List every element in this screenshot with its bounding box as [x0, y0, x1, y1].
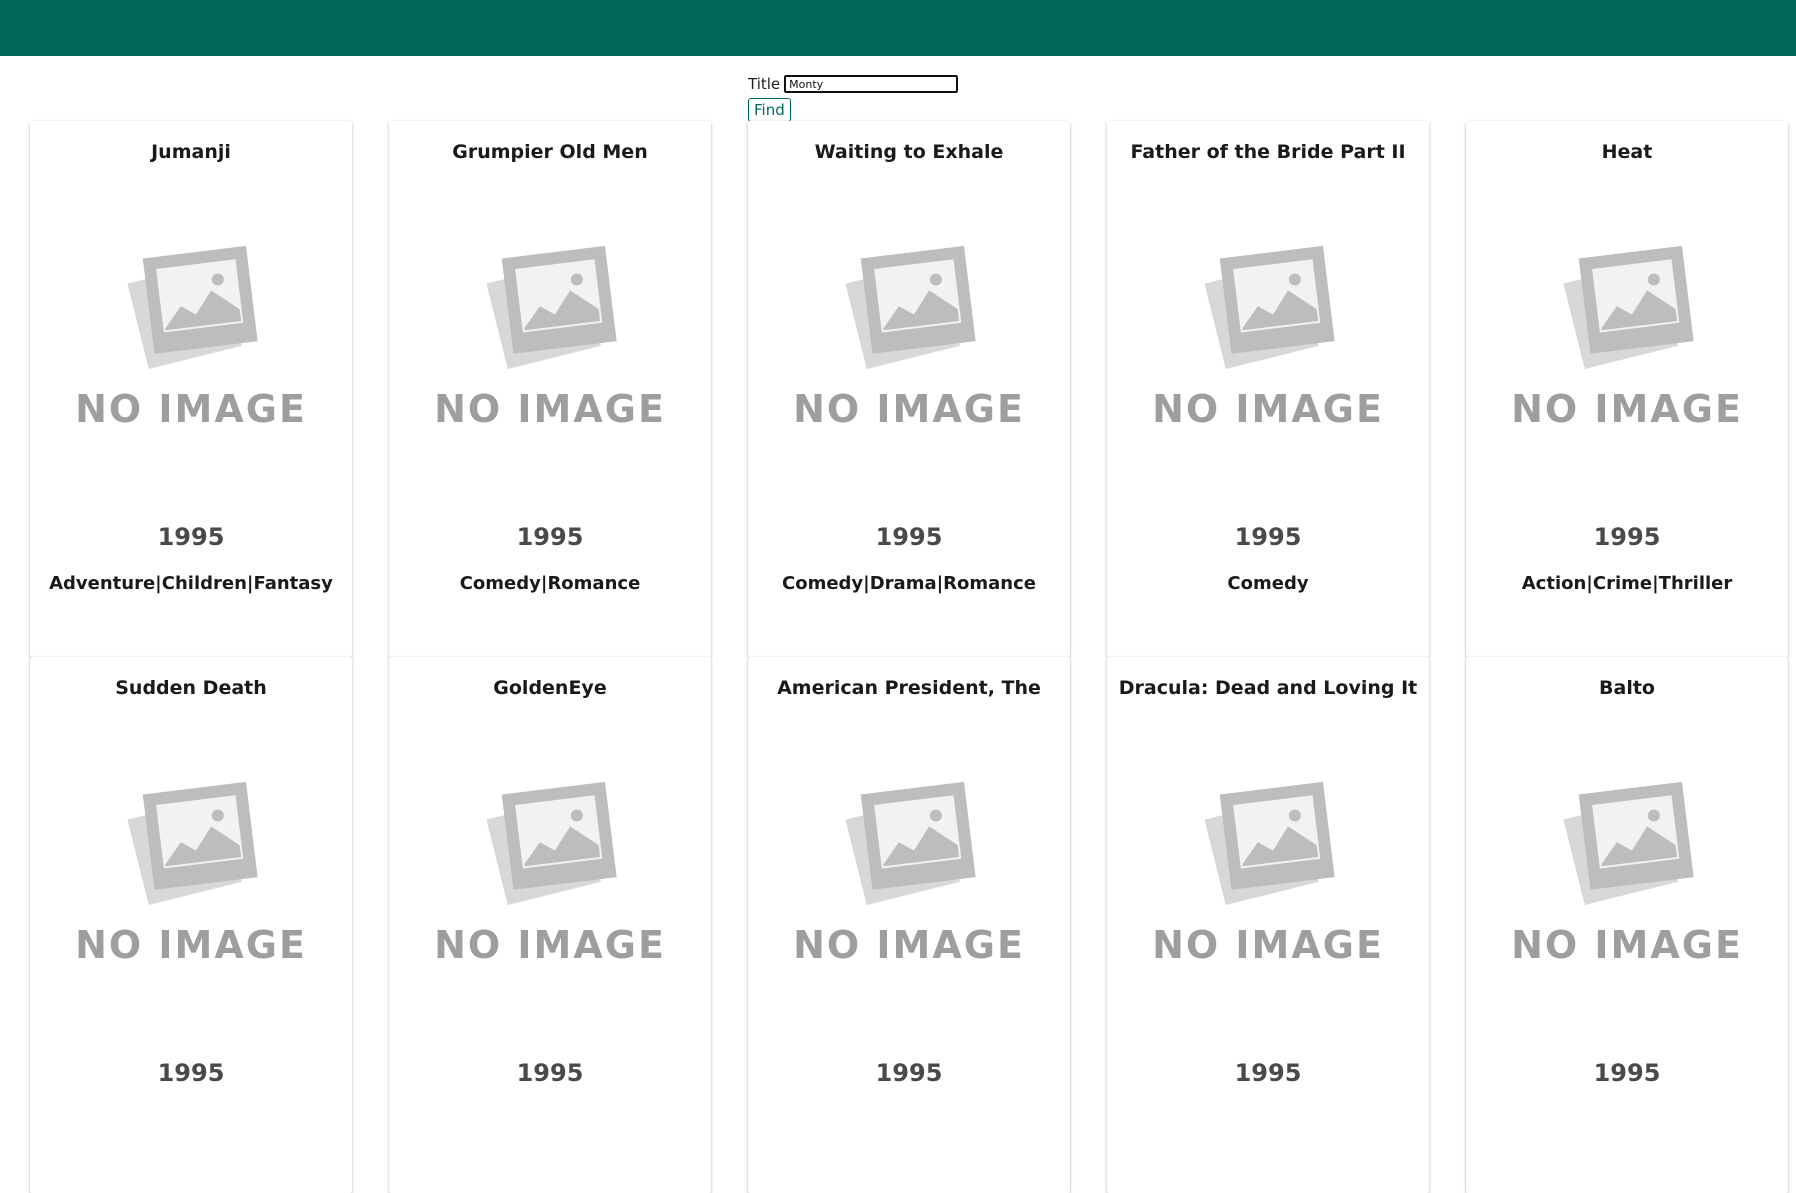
movie-title: Father of the Bride Part II [1130, 141, 1406, 163]
movie-title: Dracula: Dead and Loving It [1118, 677, 1418, 699]
movie-card[interactable]: Father of the Bride Part II NO IMAGE 199… [1107, 121, 1429, 657]
movie-title: American President, The [777, 677, 1041, 699]
no-image-placeholder-icon: NO IMAGE [30, 229, 352, 429]
no-image-placeholder-icon: NO IMAGE [389, 765, 711, 965]
movie-genres: Action|Crime|Thriller [1521, 573, 1733, 594]
movie-card[interactable]: Sudden Death NO IMAGE 1995 [30, 657, 352, 1193]
no-image-text: NO IMAGE [434, 387, 666, 429]
movie-genres: Adventure|Children|Fantasy [49, 573, 333, 594]
no-image-text: NO IMAGE [793, 387, 1025, 429]
movie-title: Balto [1599, 677, 1655, 699]
movie-card[interactable]: Dracula: Dead and Loving It NO IMAGE 199… [1107, 657, 1429, 1193]
movie-year: 1995 [516, 523, 584, 551]
movie-card[interactable]: Waiting to Exhale NO IMAGE 1995 Comedy|D… [748, 121, 1070, 657]
movie-year: 1995 [875, 523, 943, 551]
movie-year: 1995 [1593, 523, 1661, 551]
movie-year: 1995 [516, 1059, 584, 1087]
movie-title: Waiting to Exhale [814, 141, 1004, 163]
no-image-text: NO IMAGE [75, 387, 307, 429]
no-image-text: NO IMAGE [1511, 923, 1743, 965]
movie-year: 1995 [157, 1059, 225, 1087]
find-button[interactable]: Find [748, 98, 791, 122]
no-image-placeholder-icon: NO IMAGE [1466, 229, 1788, 429]
no-image-text: NO IMAGE [75, 923, 307, 965]
title-search-input[interactable] [784, 75, 959, 93]
movie-card[interactable]: Jumanji NO IMAGE 1995 Adventure|Children… [30, 121, 352, 657]
movie-year: 1995 [1234, 523, 1302, 551]
movie-card[interactable]: American President, The NO IMAGE 1995 [748, 657, 1070, 1193]
movie-year: 1995 [1593, 1059, 1661, 1087]
top-app-bar [0, 0, 1796, 56]
no-image-placeholder-icon: NO IMAGE [748, 229, 1070, 429]
no-image-placeholder-icon: NO IMAGE [748, 765, 1070, 965]
movie-grid: Jumanji NO IMAGE 1995 Adventure|Children… [30, 121, 1788, 1193]
movie-card[interactable]: Balto NO IMAGE 1995 [1466, 657, 1788, 1193]
movie-year: 1995 [1234, 1059, 1302, 1087]
title-label: Title [748, 75, 781, 93]
no-image-text: NO IMAGE [434, 923, 666, 965]
no-image-placeholder-icon: NO IMAGE [30, 765, 352, 965]
movie-title: Sudden Death [115, 677, 267, 699]
movie-genres: Comedy|Drama|Romance [782, 573, 1036, 594]
no-image-placeholder-icon: NO IMAGE [1466, 765, 1788, 965]
movie-title: Grumpier Old Men [452, 141, 648, 163]
search-row: Title [748, 73, 988, 95]
movie-title: Heat [1601, 141, 1653, 163]
movie-year: 1995 [875, 1059, 943, 1087]
no-image-text: NO IMAGE [1152, 923, 1384, 965]
movie-title: GoldenEye [493, 677, 607, 699]
no-image-text: NO IMAGE [1511, 387, 1743, 429]
movie-genres: Comedy [1227, 573, 1309, 594]
no-image-placeholder-icon: NO IMAGE [389, 229, 711, 429]
movie-card[interactable]: Heat NO IMAGE 1995 Action|Crime|Thriller [1466, 121, 1788, 657]
movie-card[interactable]: GoldenEye NO IMAGE 1995 [389, 657, 711, 1193]
search-form: Title Find [748, 73, 988, 122]
no-image-placeholder-icon: NO IMAGE [1107, 229, 1429, 429]
movie-title: Jumanji [151, 141, 231, 163]
movie-card[interactable]: Grumpier Old Men NO IMAGE 1995 Comedy|Ro… [389, 121, 711, 657]
movie-year: 1995 [157, 523, 225, 551]
movie-genres: Comedy|Romance [459, 573, 641, 594]
no-image-placeholder-icon: NO IMAGE [1107, 765, 1429, 965]
no-image-text: NO IMAGE [793, 923, 1025, 965]
no-image-text: NO IMAGE [1152, 387, 1384, 429]
